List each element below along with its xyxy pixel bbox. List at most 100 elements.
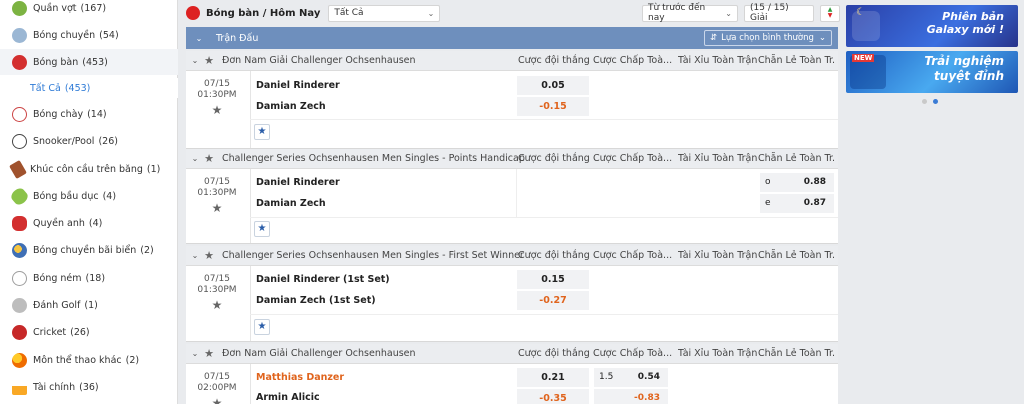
match-row: 07/15 02:00PM ★ Matthias Danzer Armin Al… bbox=[186, 364, 838, 404]
column-odd-even: Chẵn Lẻ Toàn Tr... bbox=[758, 348, 836, 359]
star-icon[interactable]: ★ bbox=[202, 347, 216, 360]
sidebar-item-count: (2) bbox=[140, 244, 154, 256]
new-badge: NEW bbox=[852, 54, 875, 62]
column-handicap: Cược Chấp Toà... bbox=[593, 153, 673, 164]
golf-icon bbox=[12, 297, 27, 313]
chevron-down-icon[interactable]: ⌄ bbox=[188, 56, 202, 65]
divider bbox=[250, 314, 838, 315]
league-name: Đơn Nam Giải Challenger Ochsenhausen bbox=[222, 55, 416, 66]
sidebar-item-ice-hockey[interactable]: Khúc côn cầu trên băng (1) bbox=[0, 159, 178, 179]
chevron-down-icon[interactable]: ⌄ bbox=[188, 154, 202, 163]
market-filter-select[interactable]: Tất Cả ⌄ bbox=[328, 4, 441, 22]
star-icon[interactable]: ★ bbox=[202, 249, 216, 262]
time-filter-select[interactable]: Từ trước đến nay ⌄ bbox=[642, 3, 738, 23]
team-home: Daniel Rinderer bbox=[256, 80, 340, 91]
carousel-dot[interactable] bbox=[922, 99, 927, 104]
match-row: 07/15 01:30PM ★ Daniel Rinderer Damian Z… bbox=[186, 169, 838, 243]
league-name: Đơn Nam Giải Challenger Ochsenhausen bbox=[222, 348, 416, 359]
chevron-down-icon[interactable]: ⌄ bbox=[188, 251, 202, 260]
odds-home[interactable]: 0.15 bbox=[517, 270, 589, 289]
column-moneyline: Cược đội thắng bbox=[518, 55, 590, 66]
page-title: Bóng bàn / Hôm Nay bbox=[206, 7, 321, 19]
league-header[interactable]: ⌄ ★ Đơn Nam Giải Challenger Ochsenhausen… bbox=[186, 344, 838, 364]
divider bbox=[250, 119, 838, 120]
volleyball-icon bbox=[12, 27, 27, 43]
handicap-home[interactable]: 1.5 0.54 bbox=[594, 368, 668, 387]
chevron-down-icon[interactable]: ⌄ bbox=[188, 349, 202, 358]
odds-away[interactable]: -0.15 bbox=[517, 97, 589, 116]
sidebar-item-tennis[interactable]: Quần vợt (167) bbox=[0, 0, 178, 18]
sidebar-item-baseball[interactable]: Bóng chày (14) bbox=[0, 104, 178, 124]
sidebar-item-label: Tài chính bbox=[33, 381, 76, 393]
sidebar-item-other-sports[interactable]: Môn thể thao khác (2) bbox=[0, 350, 178, 370]
matches-header: ⌄ Trận Đấu ⇵ Lựa chọn bình thường ⌄ bbox=[186, 27, 838, 49]
odds-away[interactable]: -0.35 bbox=[517, 389, 589, 404]
match-clock: 02:00PM bbox=[197, 383, 237, 393]
sidebar-item-label: Môn thể thao khác bbox=[33, 354, 122, 366]
sidebar-item-volleyball[interactable]: Bóng chuyền (54) bbox=[0, 25, 178, 45]
column-odd-even: Chẵn Lẻ Toàn Tr... bbox=[758, 55, 836, 66]
sidebar-item-beach-volleyball[interactable]: Bóng chuyền bãi biển (2) bbox=[0, 240, 178, 260]
promo-banner-experience[interactable]: NEW Trải nghiệm tuyệt đỉnh bbox=[846, 51, 1018, 93]
match-date: 07/15 bbox=[204, 274, 230, 284]
sidebar-subitem-all[interactable]: Tất Cả (453) bbox=[0, 78, 178, 98]
star-icon[interactable]: ★ bbox=[202, 54, 216, 67]
favorite-star-button[interactable]: ★ bbox=[254, 319, 270, 335]
sidebar-subitem-count: (453) bbox=[64, 82, 91, 94]
odds-home[interactable]: 0.21 bbox=[517, 368, 589, 387]
sidebar-item-boxing[interactable]: Quyền anh (4) bbox=[0, 213, 178, 233]
sidebar-item-rugby[interactable]: Bóng bầu dục (4) bbox=[0, 185, 178, 207]
star-icon[interactable]: ★ bbox=[186, 202, 248, 214]
league-block: ⌄ ★ Đơn Nam Giải Challenger Ochsenhausen… bbox=[186, 344, 838, 404]
match-date: 07/15 bbox=[204, 177, 230, 187]
odds-value: 0.87 bbox=[803, 198, 826, 208]
star-icon[interactable]: ★ bbox=[186, 104, 248, 116]
odds-even[interactable]: e 0.87 bbox=[760, 194, 834, 213]
rugby-icon bbox=[8, 185, 31, 207]
star-icon[interactable]: ★ bbox=[186, 397, 248, 404]
odds-home[interactable]: 0.05 bbox=[517, 76, 589, 95]
sidebar-item-count: (1) bbox=[146, 163, 161, 175]
odds-key: o bbox=[765, 177, 771, 187]
league-counter-button[interactable]: (15 / 15) Giải bbox=[744, 3, 814, 23]
sidebar-item-label: Đánh Golf bbox=[33, 299, 81, 311]
promo-banner-galaxy[interactable]: ☾ Phiên bản Galaxy mới ! bbox=[846, 5, 1018, 47]
column-over-under: Tài Xỉu Toàn Trận bbox=[678, 153, 758, 164]
handball-icon bbox=[12, 270, 27, 286]
sidebar-item-count: (167) bbox=[80, 2, 107, 14]
sidebar-item-cricket[interactable]: Cricket (26) bbox=[0, 322, 178, 342]
sidebar-item-count: (4) bbox=[88, 217, 103, 229]
sidebar-item-snooker[interactable]: Snooker/Pool (26) bbox=[0, 131, 178, 151]
sort-mode-select[interactable]: ⇵ Lựa chọn bình thường ⌄ bbox=[704, 30, 832, 46]
sidebar-item-table-tennis[interactable]: Bóng bàn (453) bbox=[0, 49, 178, 75]
sidebar-item-finance[interactable]: Tài chính (36) bbox=[0, 377, 178, 397]
star-icon[interactable]: ★ bbox=[202, 152, 216, 165]
chevron-down-icon: ⌄ bbox=[725, 8, 732, 18]
handicap-away[interactable]: -0.83 bbox=[594, 389, 668, 404]
sidebar-item-label: Bóng bầu dục bbox=[33, 190, 99, 202]
sort-list-icon: ⇵ bbox=[710, 33, 718, 43]
sidebar-item-count: (26) bbox=[98, 135, 118, 147]
team-home: Matthias Danzer bbox=[256, 372, 345, 383]
league-header[interactable]: ⌄ ★ Đơn Nam Giải Challenger Ochsenhausen… bbox=[186, 51, 838, 71]
sidebar-item-count: (453) bbox=[82, 56, 108, 68]
sidebar-item-golf[interactable]: Đánh Golf (1) bbox=[0, 295, 178, 315]
odds-odd[interactable]: o 0.88 bbox=[760, 173, 834, 192]
market-columns: Cược đội thắng Cược Chấp Toà... Tài Xỉu … bbox=[518, 51, 836, 71]
match-clock: 01:30PM bbox=[197, 90, 237, 100]
favorite-star-button[interactable]: ★ bbox=[254, 124, 270, 140]
market-columns: Cược đội thắng Cược Chấp Toà... Tài Xỉu … bbox=[518, 149, 836, 169]
star-icon[interactable]: ★ bbox=[186, 299, 248, 311]
sort-toggle-button[interactable]: ▲ ▼ bbox=[820, 4, 840, 22]
league-header[interactable]: ⌄ ★ Challenger Series Ochsenhausen Men S… bbox=[186, 149, 838, 169]
collapse-all-icon[interactable]: ⌄ bbox=[190, 34, 208, 43]
sidebar-item-label: Snooker/Pool bbox=[33, 135, 95, 147]
league-header[interactable]: ⌄ ★ Challenger Series Ochsenhausen Men S… bbox=[186, 246, 838, 266]
odds-away[interactable]: -0.27 bbox=[517, 291, 589, 310]
match-time: 07/15 01:30PM ★ bbox=[186, 274, 248, 311]
favorite-star-button[interactable]: ★ bbox=[254, 221, 270, 237]
sidebar-item-label: Bóng bàn bbox=[33, 56, 79, 68]
carousel-dot-active[interactable] bbox=[933, 99, 938, 104]
sidebar-item-handball[interactable]: Bóng ném (18) bbox=[0, 268, 178, 288]
sidebar-item-count: (36) bbox=[79, 381, 99, 393]
